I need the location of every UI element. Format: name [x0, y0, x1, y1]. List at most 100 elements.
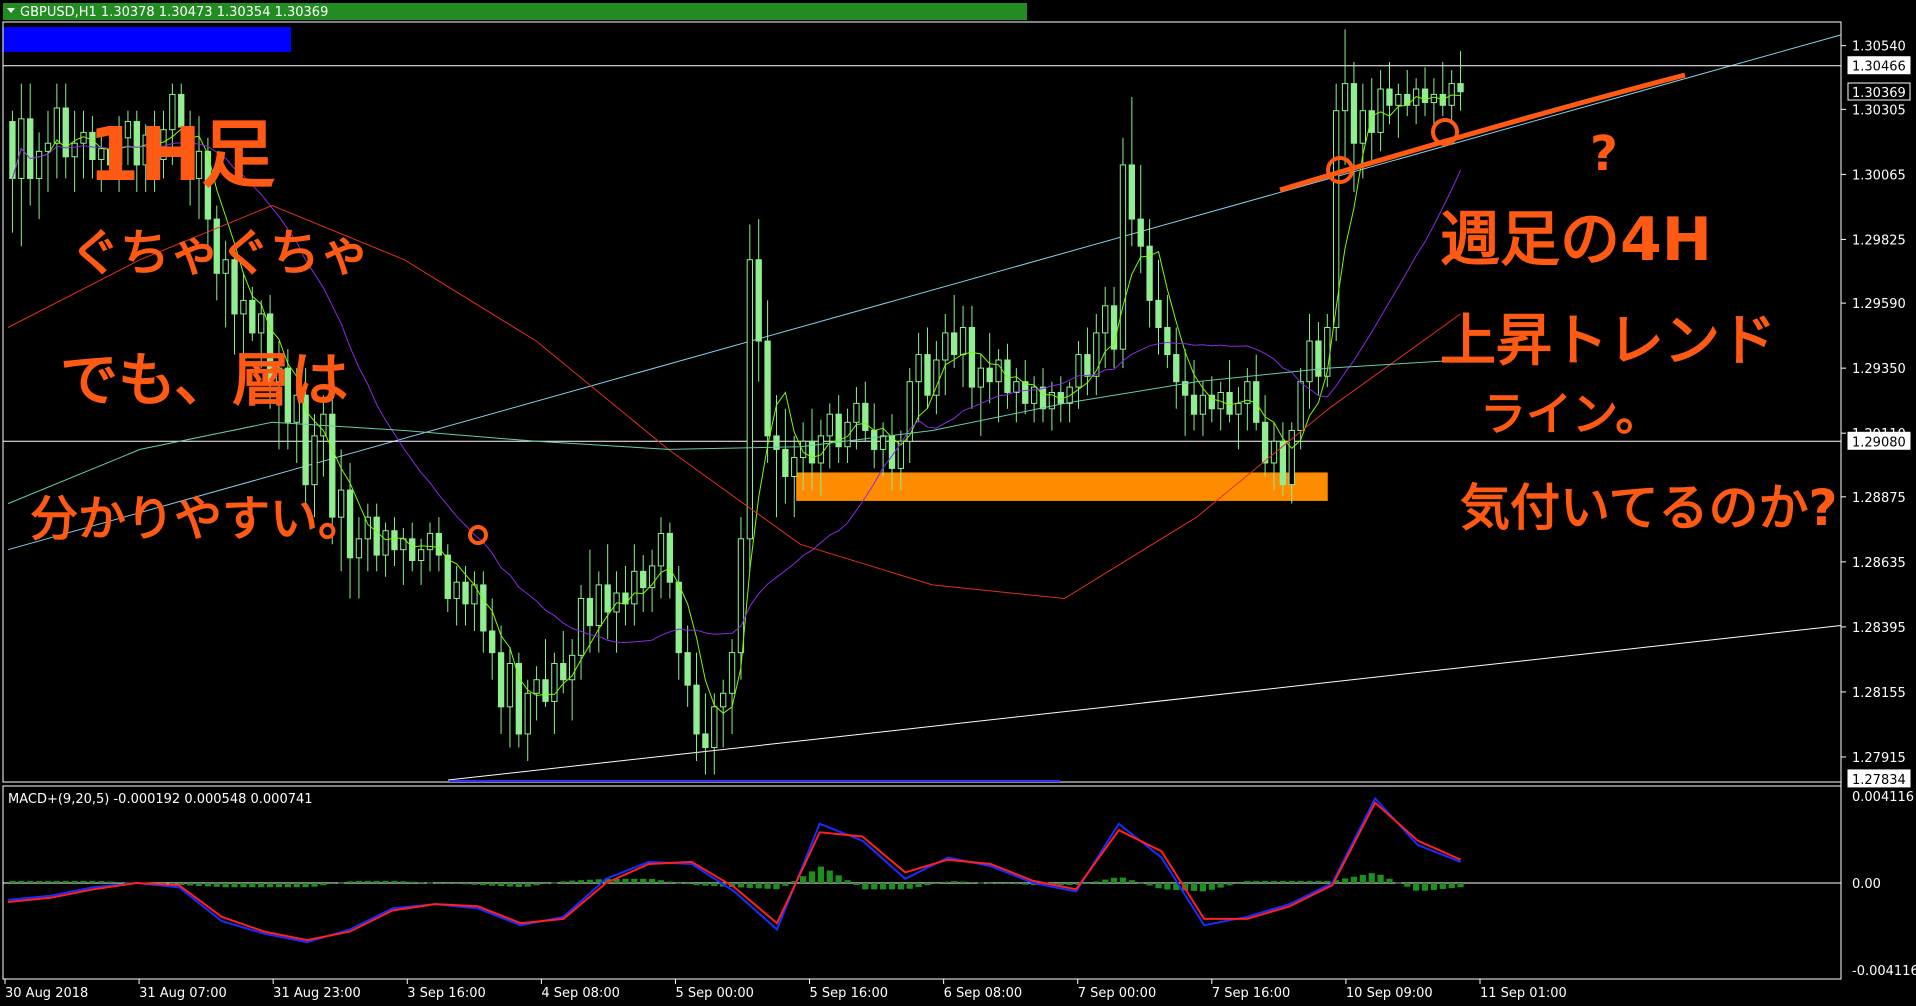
- time-tick-label: 31 Aug 07:00: [139, 986, 227, 1001]
- candle-body: [453, 581, 460, 599]
- time-tick-label: 4 Sep 08:00: [541, 986, 620, 1001]
- candle-body: [950, 332, 958, 356]
- candle-body: [542, 679, 549, 702]
- macd-hist-bar: [1119, 877, 1127, 883]
- macd-hist-bar: [942, 881, 949, 883]
- candle-body: [373, 516, 380, 556]
- macd-hist-bar: [1057, 883, 1064, 886]
- macd-hist-bar: [435, 883, 442, 884]
- macd-hist-bar: [204, 883, 212, 887]
- macd-hist-bar: [9, 880, 16, 883]
- candle-body: [417, 549, 425, 562]
- candle-body: [711, 706, 718, 748]
- candle-body: [879, 435, 887, 450]
- macd-hist-bar: [18, 880, 25, 883]
- candle-body: [977, 367, 984, 388]
- macd-hist-bar: [258, 883, 265, 888]
- candle-body: [1084, 354, 1091, 377]
- candle-body: [1430, 93, 1438, 104]
- macd-hist-bar: [835, 875, 842, 883]
- price-tick-label: 1.29350: [1852, 362, 1906, 377]
- candle-body: [1190, 394, 1198, 415]
- macd-hist-bar: [302, 883, 309, 888]
- macd-hist-bar: [506, 883, 514, 887]
- candle-body: [480, 584, 487, 632]
- candle-body: [684, 652, 691, 686]
- price-tick-label: 1.29590: [1852, 297, 1906, 312]
- macd-hist-bar: [853, 883, 860, 886]
- macd-hist-bar: [89, 880, 96, 883]
- price-box-label: 1.29080: [1852, 435, 1906, 450]
- candle-body: [258, 313, 265, 334]
- candle-body: [382, 530, 389, 556]
- macd-tick-label: 0.00: [1852, 877, 1881, 892]
- macd-hist-bar: [951, 881, 958, 883]
- candle-body: [1341, 83, 1349, 112]
- candle-body: [409, 538, 416, 562]
- macd-hist-bar: [1386, 878, 1393, 883]
- candle-body: [720, 692, 727, 708]
- macd-hist-bar: [311, 883, 318, 887]
- annotation-right-line-4: 気付いてるのか?: [1460, 479, 1838, 537]
- macd-hist-bar: [1155, 883, 1162, 889]
- time-tick-label: 11 Sep 01:00: [1480, 986, 1567, 1001]
- candle-body: [604, 584, 611, 613]
- annotation-right: 週足の4H 上昇トレンド ライン。 気付いてるのか? ?: [1440, 126, 1838, 537]
- macd-hist-bar: [213, 883, 220, 887]
- macd-hist-bar: [284, 883, 291, 888]
- macd-hist-bar: [1235, 883, 1242, 884]
- macd-hist-bar: [515, 883, 522, 887]
- macd-hist-bar: [640, 878, 647, 883]
- candle-body: [764, 340, 771, 437]
- macd-hist-bar: [400, 881, 407, 883]
- price-tick-label: 1.28875: [1852, 491, 1906, 506]
- macd-hist-bar: [35, 880, 43, 883]
- macd-hist-bar: [115, 881, 123, 883]
- candle-body: [888, 435, 896, 469]
- macd-tick-label: -0.004116: [1852, 964, 1916, 979]
- macd-hist-bar: [737, 883, 745, 888]
- candle-body: [240, 299, 247, 315]
- macd-hist-bar: [320, 883, 327, 886]
- macd-hist-bar: [1190, 883, 1198, 891]
- macd-hist-bar: [1066, 883, 1073, 886]
- macd-hist-bar: [44, 880, 52, 883]
- candle-body: [35, 150, 43, 179]
- candle-body: [986, 367, 993, 383]
- macd-hist-bar: [346, 881, 354, 883]
- candle-body: [959, 326, 967, 356]
- price-box-label: 1.30369: [1852, 86, 1906, 101]
- candle-body: [1359, 110, 1366, 144]
- candle-body: [1022, 381, 1029, 404]
- macd-hist-bar: [773, 883, 780, 890]
- macd-hist-bar: [195, 883, 203, 886]
- macd-hist-bar: [373, 880, 380, 883]
- candle-body: [871, 429, 878, 450]
- candle-body: [497, 652, 505, 708]
- annotation-right-line-1: 週足の4H: [1440, 205, 1712, 275]
- macd-hist-bar: [1297, 880, 1304, 883]
- candle-body: [524, 692, 531, 735]
- candle-body: [1261, 421, 1269, 464]
- candle-body: [640, 570, 647, 589]
- candle-body: [1226, 392, 1233, 415]
- price-chart[interactable]: GBPUSD,H1 1.30378 1.30473 1.30354 1.3036…: [0, 0, 1916, 1006]
- time-tick-label: 31 Aug 23:00: [273, 986, 361, 1001]
- macd-hist-bar: [968, 882, 976, 884]
- price-tick-label: 1.30540: [1852, 40, 1906, 55]
- macd-hist-bar: [631, 878, 638, 883]
- price-tick-label: 1.30305: [1852, 103, 1906, 118]
- macd-hist-bar: [1279, 880, 1286, 883]
- candle-body: [1039, 386, 1047, 410]
- support-line: [447, 625, 1842, 781]
- candle-body: [71, 142, 78, 158]
- macd-hist-bar: [542, 883, 549, 884]
- macd-hist-bar: [426, 882, 434, 884]
- macd-hist-bar: [1253, 880, 1260, 883]
- candle-body: [1075, 354, 1082, 388]
- macd-hist-bar: [577, 880, 585, 883]
- candle-body: [515, 662, 523, 735]
- candle-body: [1297, 381, 1304, 431]
- macd-hist-bar: [702, 883, 709, 886]
- candle-body: [506, 662, 514, 708]
